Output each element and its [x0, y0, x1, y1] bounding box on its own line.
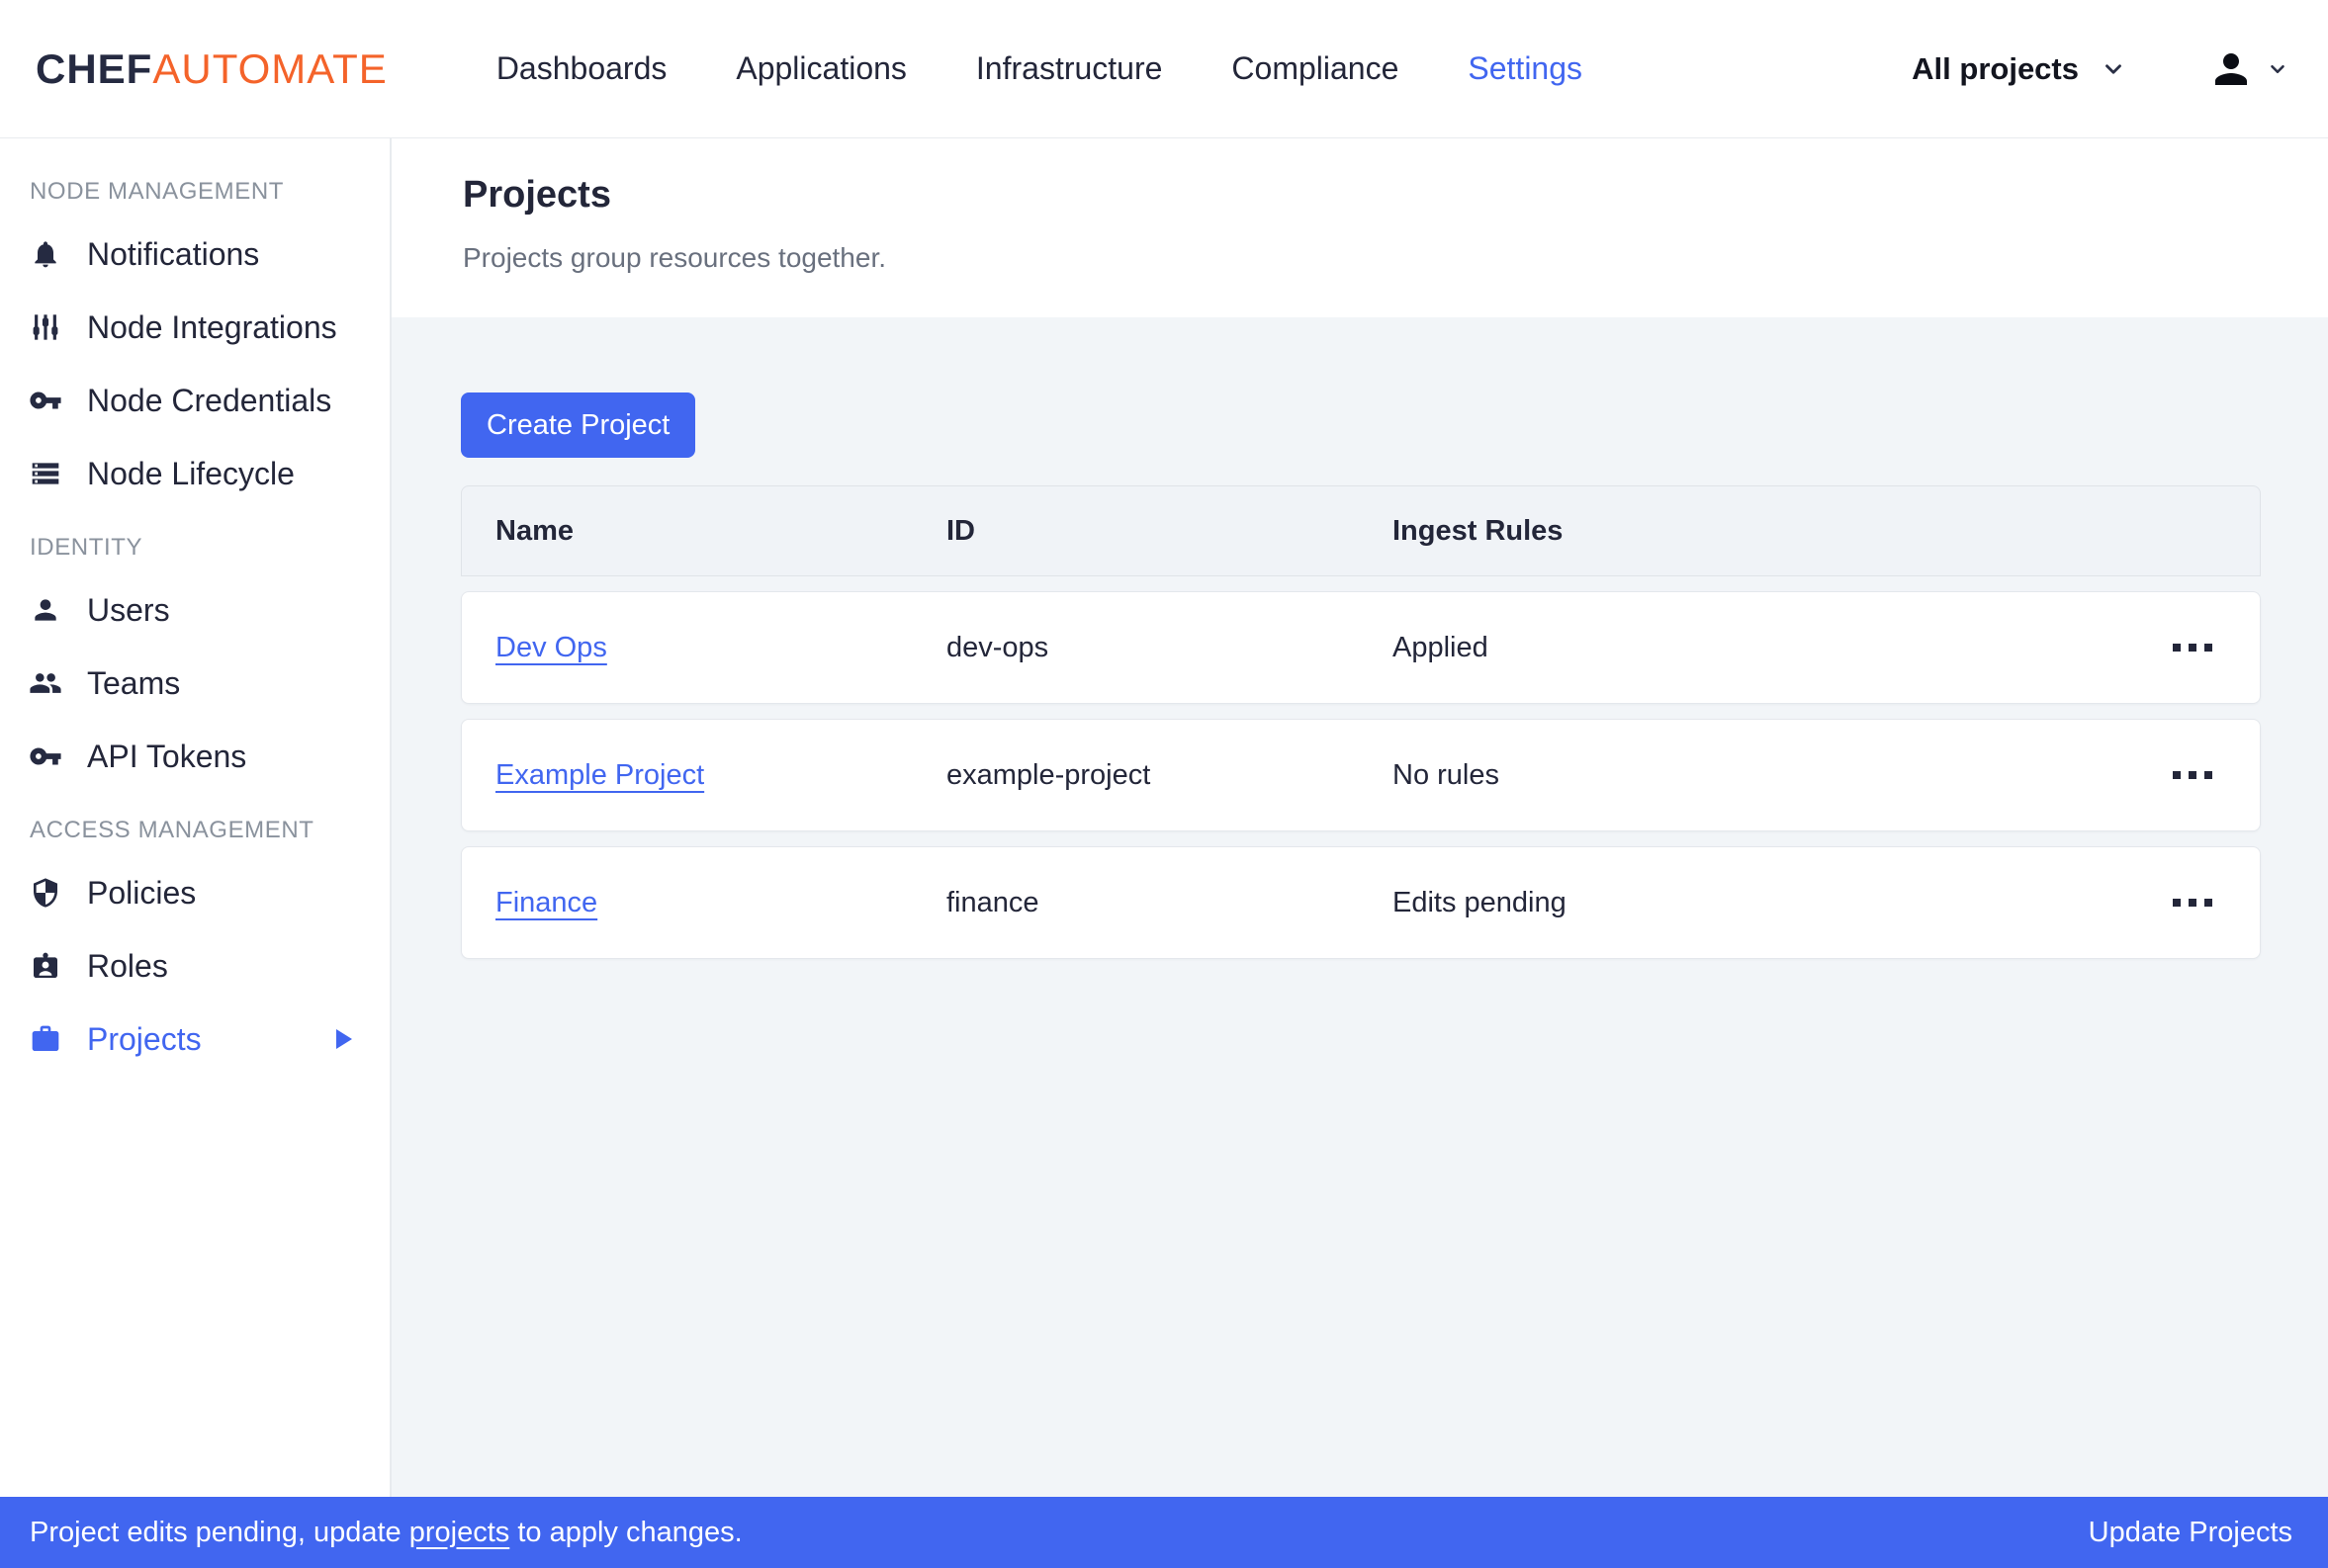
people-icon: [28, 666, 63, 700]
column-header-name: Name: [495, 515, 946, 548]
sidebar-item-label: Roles: [87, 948, 168, 985]
nav-dashboards[interactable]: Dashboards: [496, 50, 668, 87]
person-icon: [28, 594, 63, 626]
banner-message-prefix: Project edits pending, update: [30, 1517, 402, 1548]
sidebar-item-label: Policies: [87, 875, 196, 912]
table-header-row: Name ID Ingest Rules: [461, 485, 2261, 576]
sidebar-item-label: Node Credentials: [87, 383, 331, 419]
page-header: Projects Projects group resources togeth…: [392, 138, 2328, 317]
sidebar-item-api-tokens[interactable]: API Tokens: [0, 720, 390, 793]
sidebar-item-node-credentials[interactable]: Node Credentials: [0, 364, 390, 437]
shield-icon: [28, 877, 63, 909]
table-row: Finance finance Edits pending: [461, 846, 2261, 959]
column-header-id: ID: [946, 515, 1392, 548]
top-navigation-bar: CHEFAUTOMATE Dashboards Applications Inf…: [0, 0, 2328, 138]
sidebar-item-users[interactable]: Users: [0, 573, 390, 647]
projects-filter-label: All projects: [1912, 51, 2079, 87]
nav-applications[interactable]: Applications: [736, 50, 907, 87]
ingest-rules-cell: Applied: [1392, 632, 2151, 664]
nav-compliance[interactable]: Compliance: [1231, 50, 1398, 87]
banner-message-suffix: to apply changes.: [517, 1517, 742, 1548]
sidebar-item-label: Teams: [87, 665, 180, 702]
ellipsis-icon: [2173, 644, 2181, 652]
user-menu[interactable]: [2207, 45, 2288, 93]
key-icon: [28, 384, 63, 417]
sidebar-item-label: Projects: [87, 1021, 202, 1058]
sidebar-section-access-management: ACCESS MANAGEMENT: [0, 793, 390, 856]
sidebar-section-node-management: NODE MANAGEMENT: [0, 154, 390, 218]
sidebar-item-label: Node Integrations: [87, 309, 337, 346]
create-project-button[interactable]: Create Project: [461, 392, 695, 458]
row-menu-button[interactable]: [2169, 632, 2216, 663]
ellipsis-icon: [2173, 899, 2181, 907]
logo-chef-text: CHEF: [36, 45, 152, 92]
page-title: Projects: [463, 174, 2257, 217]
sidebar-item-policies[interactable]: Policies: [0, 856, 390, 929]
projects-table: Name ID Ingest Rules Dev Ops dev-ops App…: [461, 485, 2261, 959]
banner-projects-link[interactable]: projects: [409, 1517, 510, 1548]
sidebar-item-node-lifecycle[interactable]: Node Lifecycle: [0, 437, 390, 510]
project-name-link[interactable]: Finance: [495, 887, 597, 918]
badge-icon: [28, 950, 63, 982]
sliders-icon: [28, 311, 63, 343]
logo-automate-text: AUTOMATE: [152, 45, 387, 92]
project-name-link[interactable]: Dev Ops: [495, 632, 607, 663]
briefcase-icon: [28, 1023, 63, 1055]
sidebar-item-node-integrations[interactable]: Node Integrations: [0, 291, 390, 364]
sidebar-item-label: Notifications: [87, 236, 259, 273]
nav-settings[interactable]: Settings: [1468, 50, 1582, 87]
project-id-cell: finance: [946, 887, 1392, 919]
project-id-cell: example-project: [946, 759, 1392, 792]
ingest-rules-cell: Edits pending: [1392, 887, 2151, 919]
column-header-ingest-rules: Ingest Rules: [1392, 515, 2151, 548]
page-subtitle: Projects group resources together.: [463, 242, 2257, 274]
row-menu-button[interactable]: [2169, 887, 2216, 918]
nav-infrastructure[interactable]: Infrastructure: [976, 50, 1163, 87]
banner-message: Project edits pending, update projects t…: [30, 1517, 743, 1549]
main-nav: Dashboards Applications Infrastructure C…: [496, 50, 1582, 87]
topbar-right: All projects: [1912, 45, 2288, 93]
update-projects-button[interactable]: Update Projects: [2089, 1517, 2292, 1549]
sidebar-item-label: Users: [87, 592, 170, 629]
user-avatar-icon: [2207, 45, 2255, 93]
chevron-down-icon: [2101, 56, 2126, 82]
sidebar-item-teams[interactable]: Teams: [0, 647, 390, 720]
table-row: Example Project example-project No rules: [461, 719, 2261, 831]
chevron-down-icon: [2267, 58, 2288, 80]
arrow-right-icon: [336, 1029, 352, 1049]
projects-content: Create Project Name ID Ingest Rules Dev …: [392, 317, 2328, 1497]
ingest-rules-cell: No rules: [1392, 759, 2151, 792]
sidebar-item-notifications[interactable]: Notifications: [0, 218, 390, 291]
pending-edits-banner: Project edits pending, update projects t…: [0, 1497, 2328, 1568]
project-id-cell: dev-ops: [946, 632, 1392, 664]
row-menu-button[interactable]: [2169, 759, 2216, 791]
table-row: Dev Ops dev-ops Applied: [461, 591, 2261, 704]
project-name-link[interactable]: Example Project: [495, 759, 704, 791]
main-content: Projects Projects group resources togeth…: [392, 138, 2328, 1497]
sidebar-item-label: API Tokens: [87, 739, 246, 775]
sidebar-item-label: Node Lifecycle: [87, 456, 295, 492]
sidebar-item-projects[interactable]: Projects: [0, 1002, 390, 1076]
chef-automate-logo[interactable]: CHEFAUTOMATE: [36, 45, 388, 93]
sidebar-item-roles[interactable]: Roles: [0, 929, 390, 1002]
projects-filter-dropdown[interactable]: All projects: [1912, 51, 2126, 87]
app-body: NODE MANAGEMENT Notifications Node Integ…: [0, 138, 2328, 1497]
sidebar-section-identity: IDENTITY: [0, 510, 390, 573]
key-icon: [28, 740, 63, 773]
list-icon: [28, 458, 63, 489]
ellipsis-icon: [2173, 771, 2181, 779]
bell-icon: [28, 238, 63, 270]
settings-sidebar: NODE MANAGEMENT Notifications Node Integ…: [0, 138, 392, 1497]
